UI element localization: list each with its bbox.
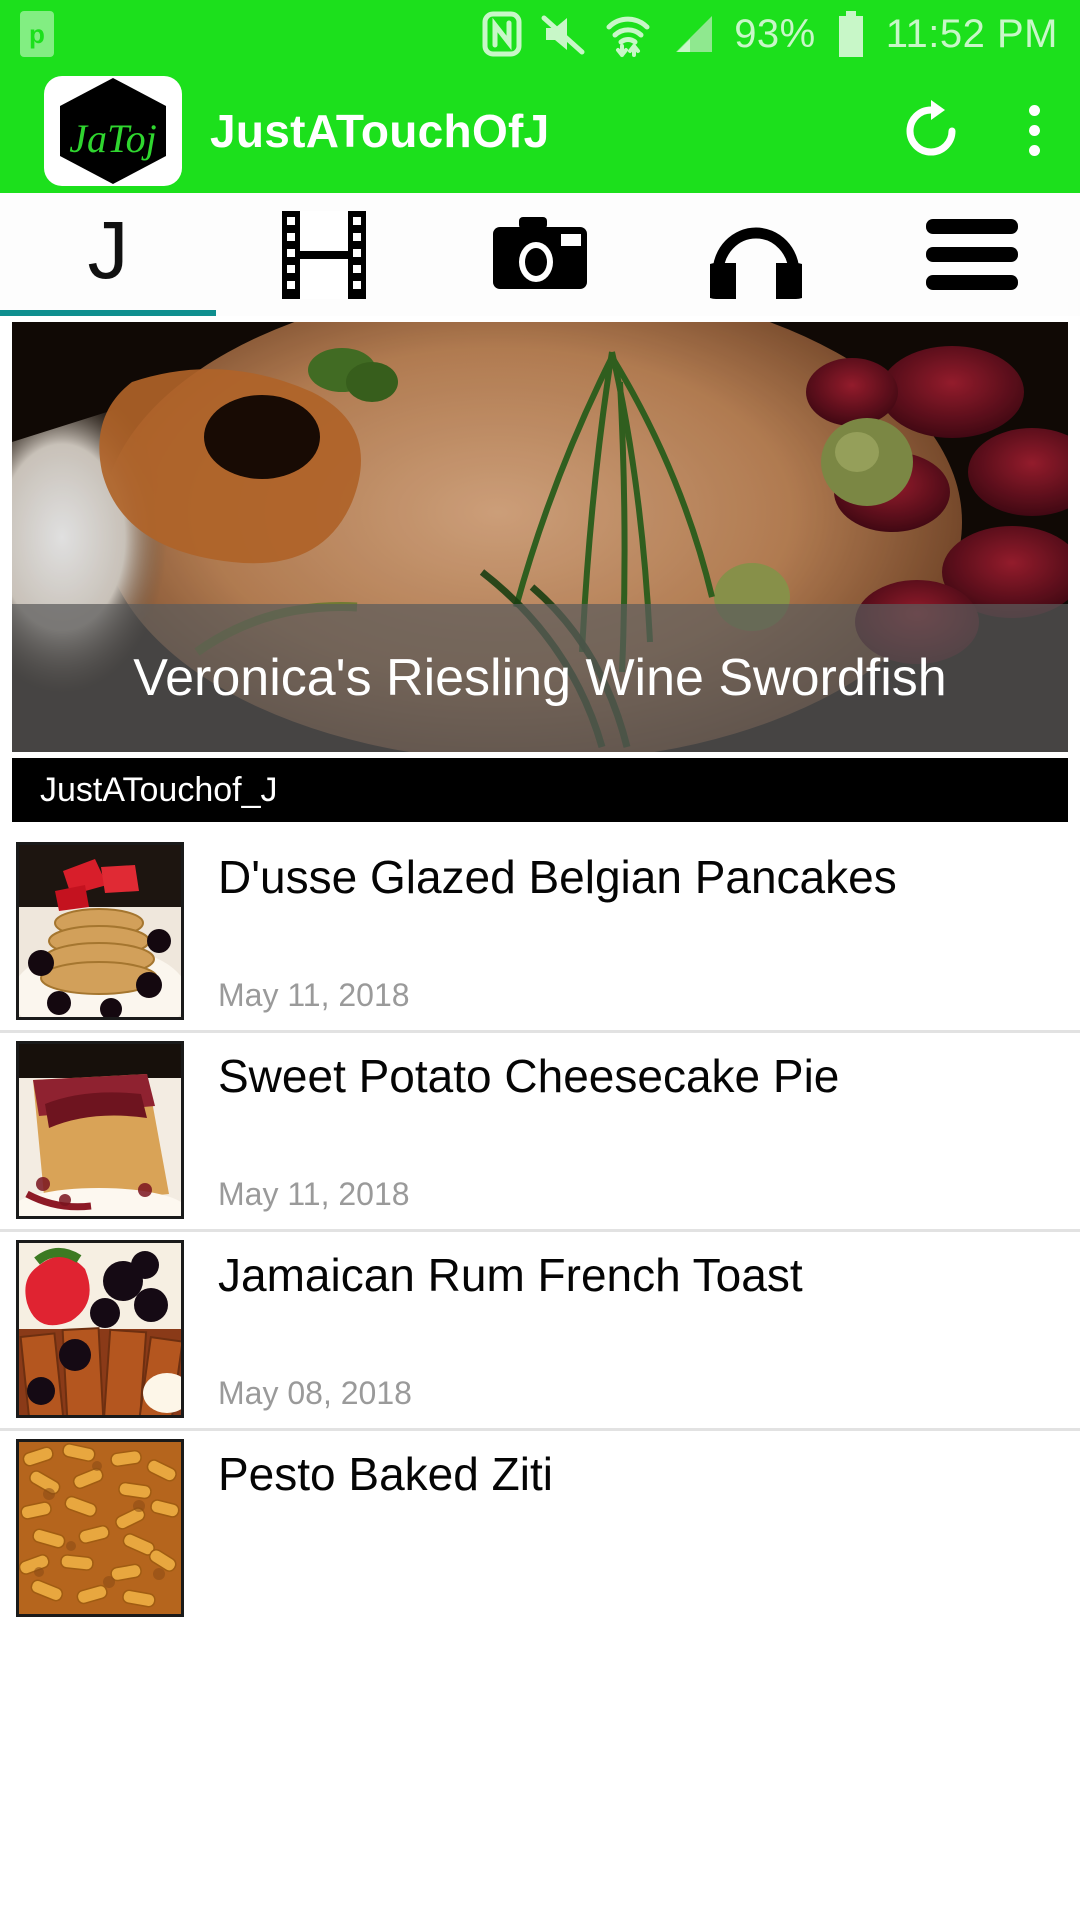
post-thumbnail [16,842,184,1020]
headphones-icon [710,209,802,301]
film-strip-icon [280,209,368,301]
tab-audio[interactable] [648,193,864,316]
kebab-dot [1029,105,1040,116]
status-bar-right: 93% 11:52 PM [482,10,1058,58]
tab-menu[interactable] [864,193,1080,316]
featured-post-overlay: Veronica's Riesling Wine Swordfish [12,604,1068,752]
battery-icon [834,10,868,58]
post-title: D'usse Glazed Belgian Pancakes [218,851,897,903]
list-item[interactable]: Sweet Potato Cheesecake Pie May 11, 2018 [0,1033,1080,1232]
tab-videos[interactable] [216,193,432,316]
tab-bar: J [0,193,1080,316]
camera-icon [491,215,589,295]
list-item[interactable]: Pesto Baked Ziti [0,1431,1080,1627]
list-item[interactable]: D'usse Glazed Belgian Pancakes May 11, 2… [0,834,1080,1033]
clock-label: 11:52 PM [885,11,1058,56]
cellular-signal-icon [670,12,716,56]
hamburger-menu-icon [926,219,1018,290]
app-title: JustATouchOfJ [210,104,550,157]
kebab-dot [1029,125,1040,136]
refresh-icon[interactable] [897,97,965,165]
hamburger-line [926,275,1018,290]
post-content: D'usse Glazed Belgian Pancakes May 11, 2… [184,842,1080,1020]
post-title: Pesto Baked Ziti [218,1448,553,1500]
post-thumbnail [16,1041,184,1219]
list-item[interactable]: Jamaican Rum French Toast May 08, 2018 [0,1232,1080,1431]
hamburger-line [926,219,1018,234]
svg-text:JaToj: JaToj [69,116,156,161]
author-bar[interactable]: JustATouchof_J [12,758,1068,822]
battery-percent-label: 93% [734,11,816,56]
post-list: D'usse Glazed Belgian Pancakes May 11, 2… [0,834,1080,1627]
post-date: May 11, 2018 [218,977,410,1013]
tab-home[interactable]: J [0,193,216,316]
featured-post-card[interactable]: Veronica's Riesling Wine Swordfish [12,322,1068,752]
post-date: May 11, 2018 [218,1176,410,1212]
more-options-icon[interactable] [1015,99,1054,162]
author-name-label: JustATouchof_J [40,770,278,809]
featured-post-title: Veronica's Riesling Wine Swordfish [133,649,947,707]
status-bar: p 93% 11:52 PM [0,0,1080,68]
volume-mute-icon [540,12,586,56]
post-title: Jamaican Rum French Toast [218,1249,803,1301]
post-date: May 08, 2018 [218,1375,412,1411]
letter-j-icon: J [87,204,129,296]
app-bar: JaToj JustATouchOfJ [0,68,1080,193]
post-content: Jamaican Rum French Toast May 08, 2018 [184,1240,1080,1418]
status-bar-left: p [20,11,54,57]
notification-app-badge-icon: p [20,11,54,57]
post-thumbnail [16,1240,184,1418]
nfc-icon [482,11,522,57]
post-thumbnail [16,1439,184,1617]
kebab-dot [1029,145,1040,156]
wifi-icon [604,10,652,58]
post-content: Pesto Baked Ziti [184,1439,1080,1617]
notification-app-badge-label: p [29,19,45,49]
post-content: Sweet Potato Cheesecake Pie May 11, 2018 [184,1041,1080,1219]
app-logo: JaToj [44,75,182,186]
post-title: Sweet Potato Cheesecake Pie [218,1050,840,1102]
tab-photos[interactable] [432,193,648,316]
app-bar-actions [897,97,1054,165]
hamburger-line [926,247,1018,262]
